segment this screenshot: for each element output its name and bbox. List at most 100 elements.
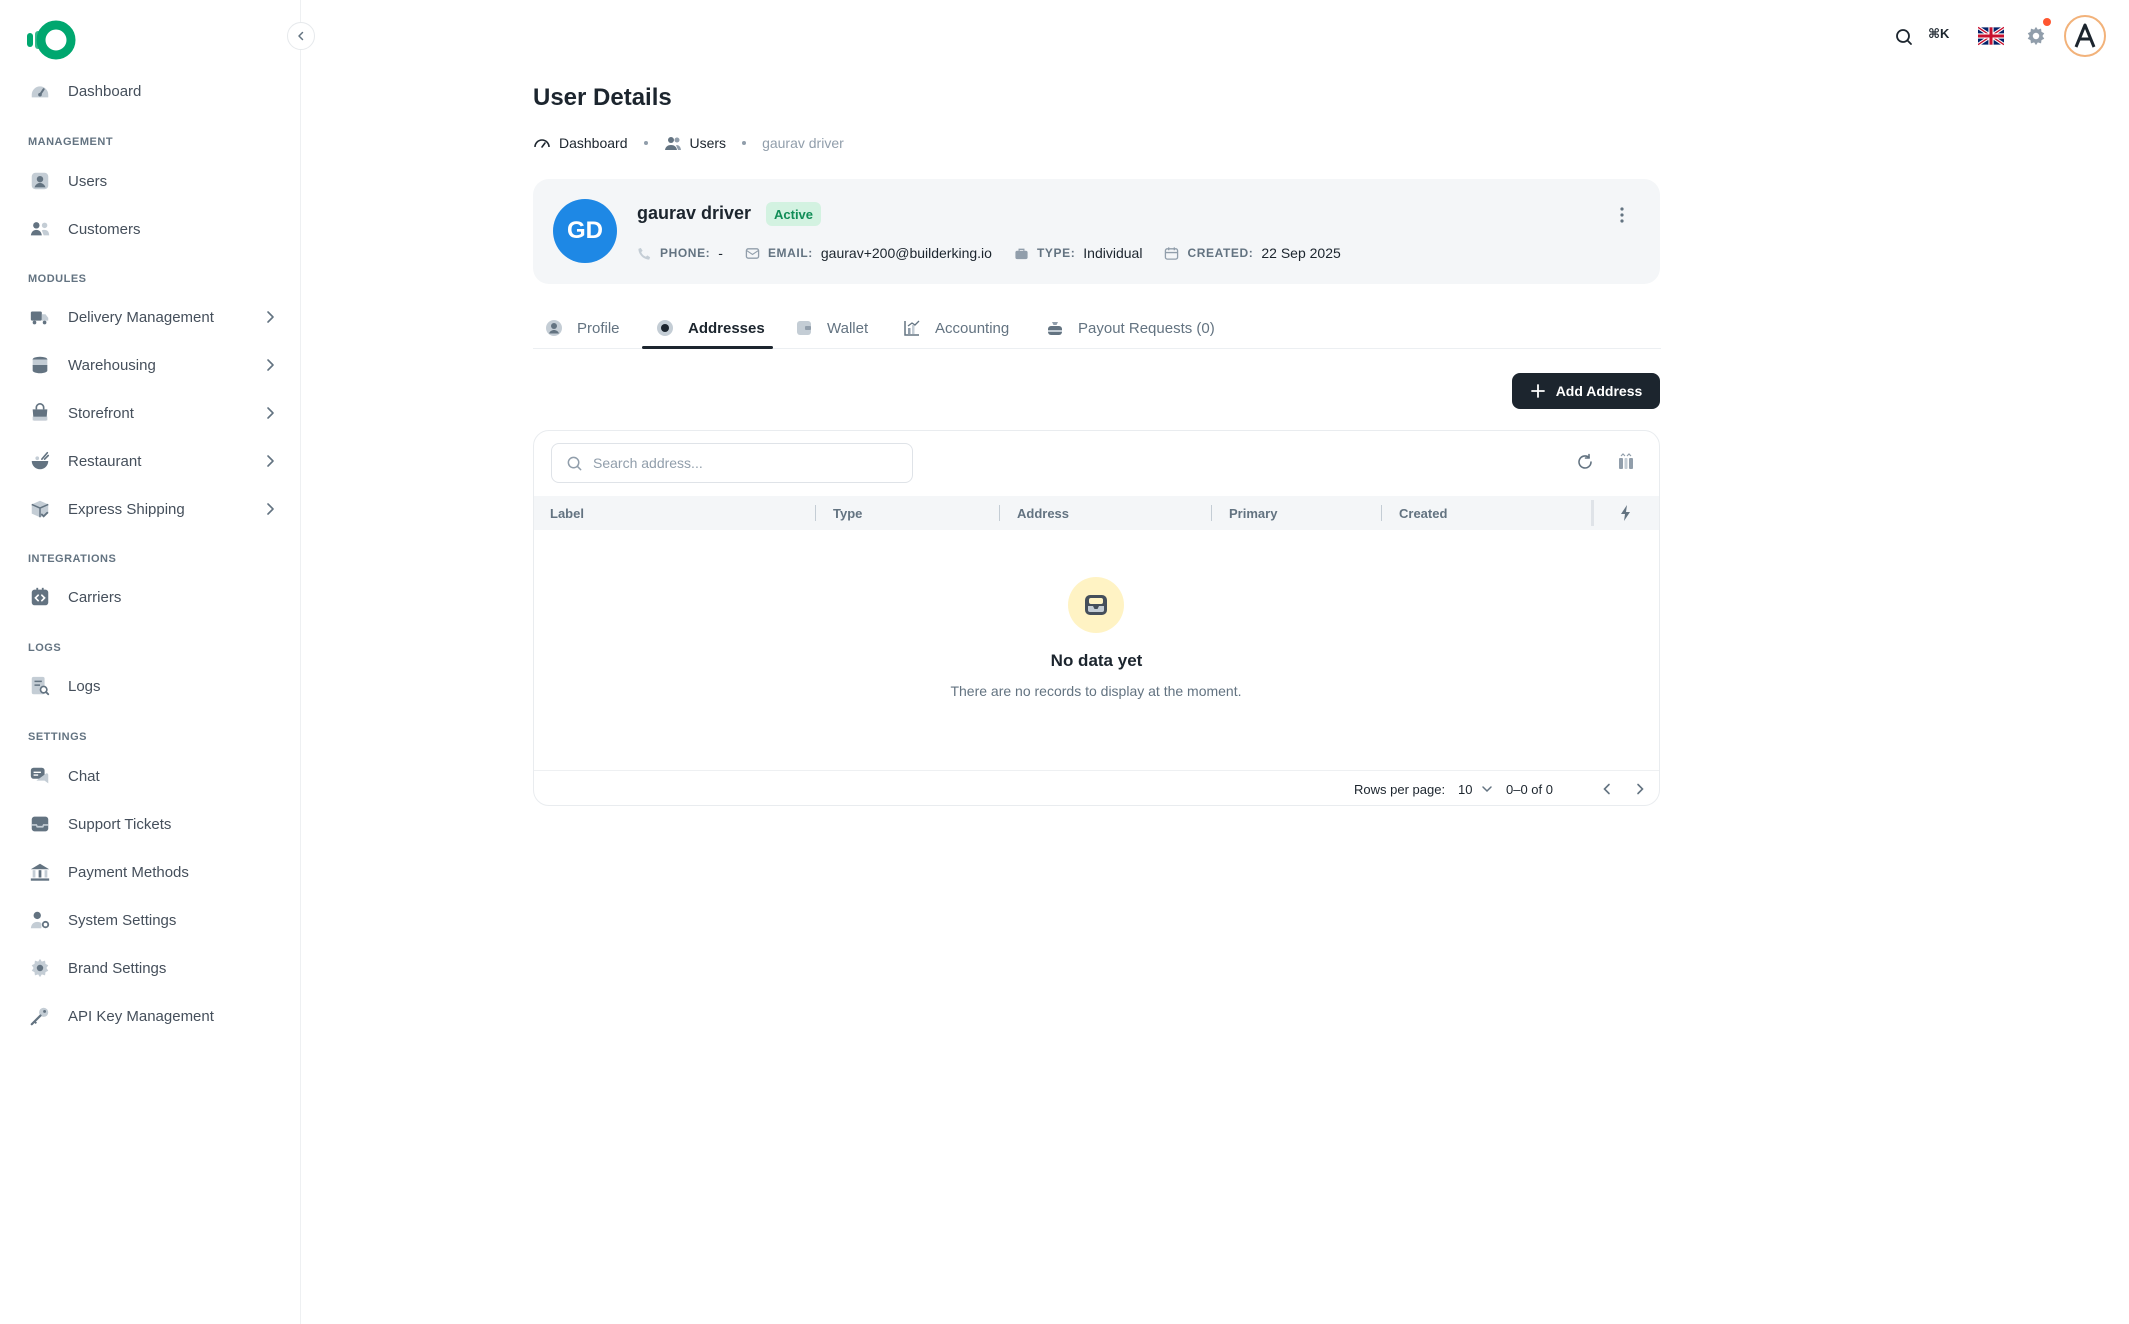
plus-icon bbox=[1530, 384, 1545, 398]
sidebar-collapse-button[interactable] bbox=[287, 22, 315, 50]
shopping-bag-icon bbox=[28, 401, 52, 425]
tab-payout-requests[interactable]: Payout Requests (0) bbox=[1046, 307, 1215, 349]
money-bag-icon bbox=[1048, 322, 1062, 335]
sidebar-item-label: Chat bbox=[68, 767, 100, 785]
gear-icon bbox=[28, 956, 52, 980]
column-resizer[interactable] bbox=[1211, 505, 1212, 521]
active-tab-indicator bbox=[642, 346, 773, 349]
empty-state-description: There are no records to display at the m… bbox=[950, 683, 1242, 699]
brand-logo[interactable] bbox=[26, 18, 78, 62]
column-resizer[interactable] bbox=[999, 505, 1000, 521]
sidebar-item-carriers[interactable]: Carriers bbox=[20, 577, 282, 617]
sidebar-item-support-tickets[interactable]: Support Tickets bbox=[20, 804, 282, 844]
chevron-right-icon bbox=[267, 311, 274, 323]
table-header: Label Type Address Primary Created bbox=[534, 496, 1659, 530]
rows-per-page-select[interactable]: 10 bbox=[1458, 779, 1494, 799]
settings-button[interactable] bbox=[2024, 24, 2048, 48]
sidebar-item-logs[interactable]: Logs bbox=[20, 666, 282, 706]
sidebar-item-storefront[interactable]: Storefront bbox=[20, 393, 282, 433]
user-meta-row: PHONE: - EMAIL: gaurav+200@builderking.i… bbox=[637, 243, 1363, 263]
sidebar-item-label: Delivery Management bbox=[68, 308, 214, 326]
dashboard-gauge-icon bbox=[534, 139, 550, 148]
status-badge: Active bbox=[766, 202, 822, 226]
tab-wallet[interactable]: Wallet bbox=[795, 307, 868, 349]
uk-flag-icon bbox=[1978, 26, 2004, 46]
search-shortcut[interactable]: ⌘K bbox=[1928, 26, 1949, 42]
meta-type: TYPE: Individual bbox=[1014, 245, 1142, 261]
user-avatar-icon bbox=[2069, 20, 2101, 52]
column-type[interactable]: Type bbox=[833, 496, 862, 530]
sidebar-item-label: Brand Settings bbox=[68, 959, 167, 977]
user-icon bbox=[28, 169, 52, 193]
tab-profile[interactable]: Profile bbox=[545, 307, 620, 349]
breadcrumb-label: Dashboard bbox=[559, 135, 628, 151]
column-resizer[interactable] bbox=[1381, 505, 1382, 521]
tab-addresses[interactable]: Addresses bbox=[656, 307, 765, 349]
meta-phone: PHONE: - bbox=[637, 245, 723, 261]
section-integrations: INTEGRATIONS bbox=[28, 553, 117, 565]
column-resizer[interactable] bbox=[815, 505, 816, 521]
empty-state-title: No data yet bbox=[1050, 651, 1143, 670]
refresh-button[interactable] bbox=[1574, 451, 1596, 473]
chevron-down-icon bbox=[1482, 786, 1493, 793]
sidebar-item-express-shipping[interactable]: Express Shipping bbox=[20, 489, 282, 529]
sidebar-item-label: Dashboard bbox=[68, 82, 142, 100]
sidebar-item-warehousing[interactable]: Warehousing bbox=[20, 345, 282, 385]
column-label[interactable]: Label bbox=[550, 496, 584, 530]
sidebar-item-payment-methods[interactable]: Payment Methods bbox=[20, 852, 282, 892]
breadcrumb: Dashboard Users gaurav driver bbox=[533, 132, 844, 154]
breadcrumb-label: Users bbox=[689, 135, 727, 151]
rows-per-page-label: Rows per page: bbox=[1354, 782, 1446, 797]
column-primary[interactable]: Primary bbox=[1229, 496, 1277, 530]
sidebar-item-brand-settings[interactable]: Brand Settings bbox=[20, 948, 282, 988]
sidebar-item-api-key-management[interactable]: API Key Management bbox=[20, 996, 282, 1036]
database-icon bbox=[28, 353, 52, 377]
sidebar-item-chat[interactable]: Chat bbox=[20, 756, 282, 796]
addresses-table-card: Label Type Address Primary Created No da… bbox=[533, 430, 1660, 806]
sidebar-item-system-settings[interactable]: System Settings bbox=[20, 900, 282, 940]
sidebar-item-label: Support Tickets bbox=[68, 815, 172, 833]
mail-icon bbox=[745, 247, 760, 259]
search-icon bbox=[567, 456, 582, 470]
user-email: gaurav+200@builderking.io bbox=[820, 245, 992, 261]
notification-dot bbox=[2043, 18, 2051, 26]
sidebar: Dashboard MANAGEMENT Users Customers MOD… bbox=[0, 0, 301, 1324]
language-button[interactable] bbox=[1977, 24, 2005, 48]
sidebar-item-label: Storefront bbox=[68, 404, 134, 422]
tab-accounting[interactable]: Accounting bbox=[903, 307, 1009, 349]
chevron-right-icon bbox=[1637, 783, 1644, 795]
search-input[interactable] bbox=[593, 455, 893, 471]
chevron-left-icon bbox=[298, 31, 304, 41]
more-options-button[interactable] bbox=[1612, 205, 1632, 225]
inbox-icon bbox=[28, 812, 52, 836]
chevron-right-icon bbox=[267, 359, 274, 371]
sidebar-item-label: Users bbox=[68, 172, 108, 190]
column-created[interactable]: Created bbox=[1399, 496, 1447, 530]
sidebar-item-users[interactable]: Users bbox=[20, 161, 282, 201]
columns-button[interactable] bbox=[1615, 451, 1637, 473]
table-pagination: Rows per page: 10 0–0 of 0 bbox=[534, 770, 1659, 805]
dashboard-gauge-icon bbox=[28, 79, 52, 103]
sidebar-item-label: Warehousing bbox=[68, 356, 156, 374]
next-page-button[interactable] bbox=[1630, 779, 1650, 799]
lightning-icon[interactable] bbox=[1617, 504, 1635, 522]
breadcrumb-dashboard[interactable]: Dashboard bbox=[533, 134, 628, 152]
sidebar-item-dashboard[interactable]: Dashboard bbox=[20, 71, 282, 111]
chevron-right-icon bbox=[267, 503, 274, 515]
sidebar-item-customers[interactable]: Customers bbox=[20, 209, 282, 249]
sidebar-item-restaurant[interactable]: Restaurant bbox=[20, 441, 282, 481]
sidebar-item-label: Carriers bbox=[68, 588, 122, 606]
sidebar-item-label: Restaurant bbox=[68, 452, 142, 470]
document-search-icon bbox=[28, 674, 52, 698]
account-avatar[interactable] bbox=[2064, 15, 2106, 57]
column-address[interactable]: Address bbox=[1017, 496, 1069, 530]
user-created: 22 Sep 2025 bbox=[1261, 245, 1341, 261]
column-resizer[interactable] bbox=[1591, 500, 1594, 526]
sidebar-item-delivery-management[interactable]: Delivery Management bbox=[20, 297, 282, 337]
address-search[interactable] bbox=[551, 443, 913, 483]
search-button[interactable] bbox=[1893, 26, 1915, 48]
previous-page-button[interactable] bbox=[1597, 779, 1617, 799]
section-management: MANAGEMENT bbox=[28, 136, 114, 148]
add-address-button[interactable]: Add Address bbox=[1512, 373, 1660, 409]
breadcrumb-users[interactable]: Users bbox=[664, 134, 727, 152]
